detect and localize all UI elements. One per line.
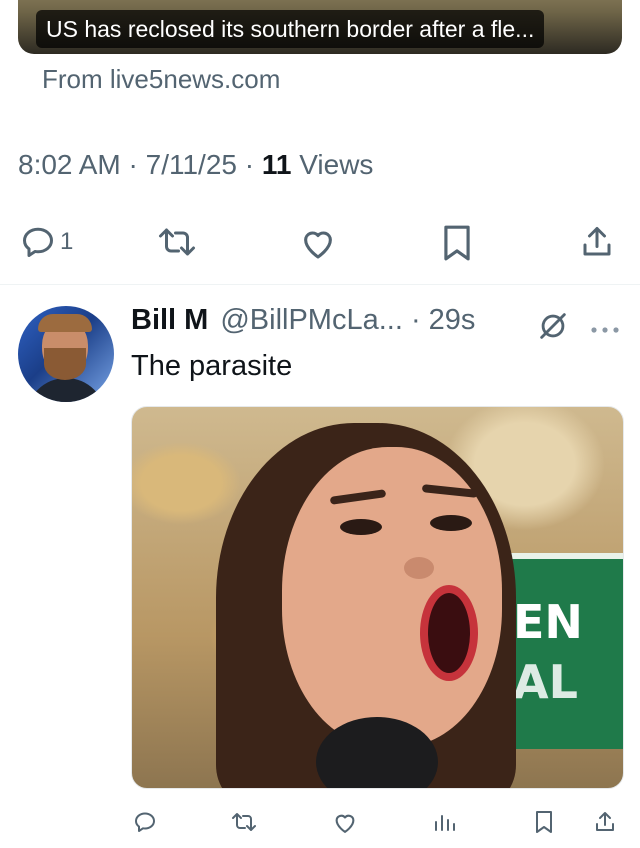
photo-nose: [404, 557, 434, 579]
main-post-action-bar: 1: [0, 214, 640, 270]
views-count: 11: [261, 149, 292, 180]
share-button[interactable]: [580, 224, 614, 260]
share-icon: [596, 812, 614, 831]
views-icon: [435, 815, 455, 831]
more-options-button[interactable]: [590, 322, 620, 340]
author-name[interactable]: Bill M: [131, 304, 208, 337]
reply-icon: [135, 812, 155, 832]
retweet-button[interactable]: [230, 810, 258, 834]
avatar-shirt: [26, 378, 106, 402]
separator-dot: ·: [244, 149, 262, 180]
divider: [0, 284, 640, 285]
avatar-beard: [44, 348, 86, 380]
bookmark-icon: [444, 225, 470, 261]
avatar[interactable]: [18, 306, 114, 402]
photo-eye: [340, 519, 382, 535]
retweet-button[interactable]: [157, 224, 197, 260]
reply-post-header: Bill M @BillPMcLa... · 29s: [131, 304, 475, 337]
bookmark-button[interactable]: [534, 810, 554, 834]
reply-button[interactable]: [133, 810, 157, 834]
more-dots-icon: [591, 327, 619, 333]
photo-mouth: [420, 585, 478, 681]
post-date[interactable]: 7/11/25: [146, 149, 237, 180]
separator-dot: ·: [402, 304, 429, 336]
views-label: Views: [299, 149, 374, 180]
link-card-source[interactable]: From live5news.com: [42, 64, 280, 95]
bookmark-icon: [536, 811, 552, 833]
avatar-hat: [38, 314, 92, 332]
reply-count: 1: [60, 228, 74, 255]
like-button[interactable]: [299, 226, 337, 260]
retweet-icon: [159, 228, 195, 256]
background-sign: EN AL: [505, 553, 623, 749]
author-handle[interactable]: @BillPMcLa...: [220, 304, 403, 337]
reply-icon: [23, 227, 53, 257]
photo-eye: [430, 515, 472, 531]
like-icon: [335, 814, 355, 833]
retweet-icon: [232, 813, 256, 831]
views-button[interactable]: [432, 810, 456, 834]
sign-text-line-2: AL: [513, 655, 578, 709]
post-photo[interactable]: EN AL: [131, 406, 624, 789]
like-button[interactable]: [332, 811, 358, 834]
grok-button[interactable]: [536, 309, 570, 348]
share-icon: [583, 227, 611, 256]
reply-post-action-bar: [0, 800, 640, 848]
post-metadata: 8:02 AM · 7/11/25 · 11 Views: [18, 149, 373, 181]
link-card-caption[interactable]: US has reclosed its southern border afte…: [36, 10, 545, 48]
post-time-ago[interactable]: 29s: [429, 304, 476, 337]
sign-text-line-1: EN: [513, 595, 583, 649]
post-text: The parasite: [131, 350, 293, 382]
bookmark-button[interactable]: [441, 224, 473, 262]
like-icon: [304, 231, 332, 259]
grok-icon: [540, 313, 566, 339]
share-button[interactable]: [594, 810, 616, 834]
separator-dot: ·: [128, 149, 146, 180]
reply-button[interactable]: 1: [20, 224, 73, 260]
post-time[interactable]: 8:02 AM: [18, 149, 121, 180]
